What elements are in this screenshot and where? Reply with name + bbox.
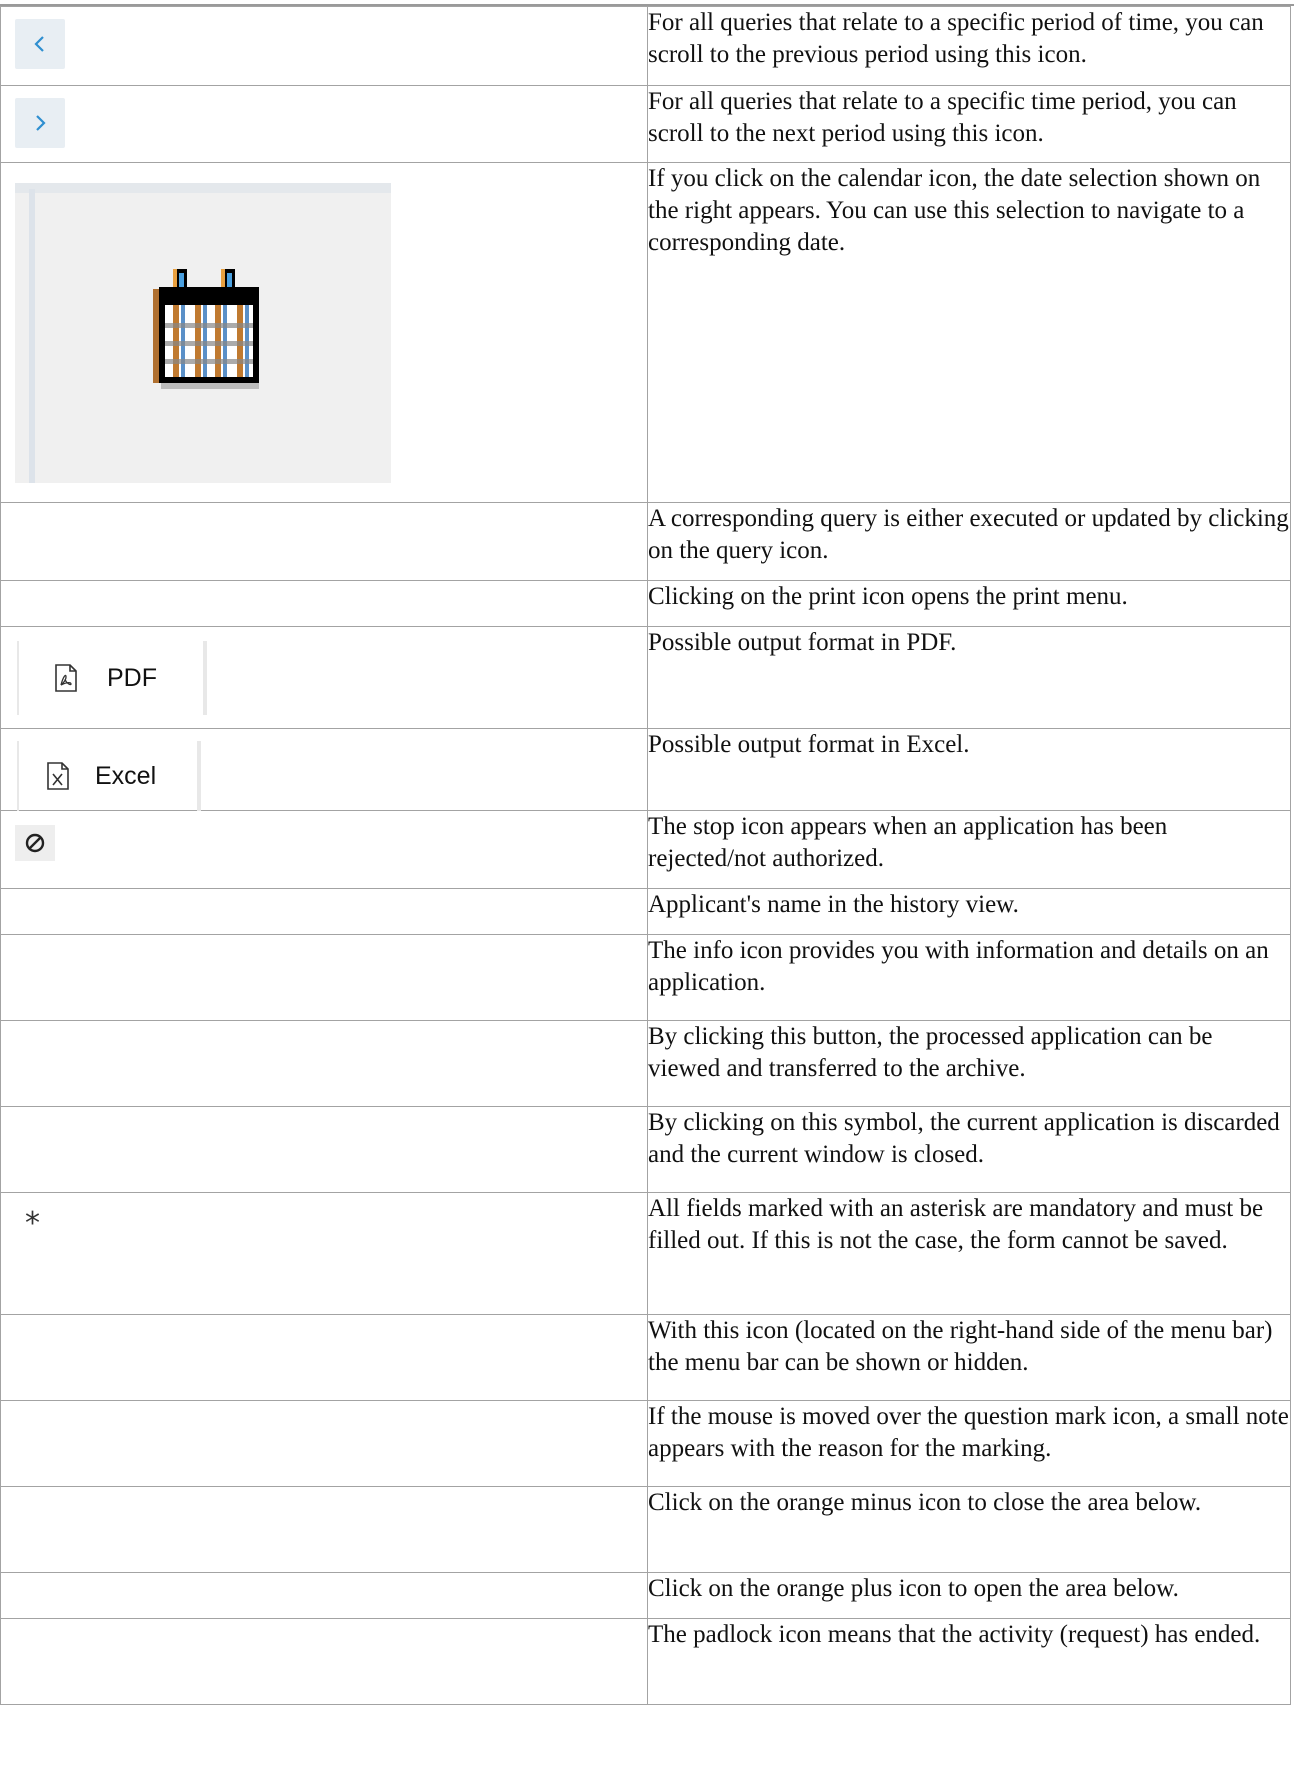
description-cell: Clicking on the print icon opens the pri… [647,580,1291,627]
table-row: Click on the orange minus icon to close … [0,1486,1291,1573]
icon-cell [0,1106,648,1193]
description-cell: Click on the orange plus icon to open th… [647,1572,1291,1619]
table-row: Click on the orange plus icon to open th… [0,1572,1291,1619]
description-cell: A corresponding query is either executed… [647,502,1291,581]
stop-icon [25,833,45,853]
table-row: The stop icon appears when an applicatio… [0,810,1291,889]
excel-button-label: Excel [95,761,157,790]
table-row: By clicking this button, the processed a… [0,1020,1291,1107]
pdf-file-icon [55,664,77,692]
icon-cell: PDF [0,626,648,729]
icon-cell [0,1572,648,1619]
description-cell: If the mouse is moved over the question … [647,1400,1291,1487]
table-row: A corresponding query is either executed… [0,502,1291,581]
description-cell: For all queries that relate to a specifi… [647,6,1291,86]
excel-button[interactable]: Excel [17,741,201,811]
table-row: For all queries that relate to a specifi… [0,6,1291,86]
icon-cell [0,1618,648,1705]
description-cell: For all queries that relate to a specifi… [647,85,1291,163]
description-cell: The stop icon appears when an applicatio… [647,810,1291,889]
icon-cell [0,85,648,163]
calendar-icon [153,269,259,389]
pdf-button[interactable]: PDF [17,641,207,715]
excel-file-icon [47,762,69,790]
table-row: With this icon (located on the right-han… [0,1314,1291,1401]
pdf-button-label: PDF [107,663,157,692]
description-cell: With this icon (located on the right-han… [647,1314,1291,1401]
icon-cell [0,502,648,581]
previous-period-button[interactable] [15,19,65,69]
description-cell: Possible output format in Excel. [647,728,1291,811]
chevron-right-icon [36,115,46,131]
description-cell: By clicking this button, the processed a… [647,1020,1291,1107]
icon-cell [0,162,648,503]
icon-cell [0,934,648,1021]
table-row: By clicking on this symbol, the current … [0,1106,1291,1193]
description-cell: All fields marked with an asterisk are m… [647,1192,1291,1315]
table-row: The padlock icon means that the activity… [0,1618,1291,1705]
description-cell: Possible output format in PDF. [647,626,1291,729]
table-row: For all queries that relate to a specifi… [0,85,1291,163]
icon-cell [0,6,648,86]
table-row: PDF Possible output format in PDF. [0,626,1291,729]
icon-cell [0,1400,648,1487]
icon-cell: * [0,1192,648,1315]
icon-cell [0,580,648,627]
table-row: Excel Possible output format in Excel. [0,728,1291,811]
table-row: Applicant's name in the history view. [0,888,1291,935]
calendar-button[interactable] [15,183,391,483]
icon-cell [0,1314,648,1401]
table-row: If the mouse is moved over the question … [0,1400,1291,1487]
table-row: If you click on the calendar icon, the d… [0,162,1291,503]
icon-cell [0,810,648,889]
description-cell: The padlock icon means that the activity… [647,1618,1291,1705]
icon-cell [0,888,648,935]
icon-cell [0,1020,648,1107]
description-cell: By clicking on this symbol, the current … [647,1106,1291,1193]
icon-cell [0,1486,648,1573]
stop-button[interactable] [15,825,55,861]
description-cell: Click on the orange minus icon to close … [647,1486,1291,1573]
description-cell: The info icon provides you with informat… [647,934,1291,1021]
icon-cell: Excel [0,728,648,811]
table-row: Clicking on the print icon opens the pri… [0,580,1291,627]
table-row: * All fields marked with an asterisk are… [0,1192,1291,1315]
description-cell: If you click on the calendar icon, the d… [647,162,1291,503]
description-cell: Applicant's name in the history view. [647,888,1291,935]
icon-legend-table: For all queries that relate to a specifi… [0,6,1291,1705]
chevron-left-icon [34,36,44,52]
next-period-button[interactable] [15,98,65,148]
table-row: The info icon provides you with informat… [0,934,1291,1021]
asterisk-icon: * [25,1206,40,1241]
